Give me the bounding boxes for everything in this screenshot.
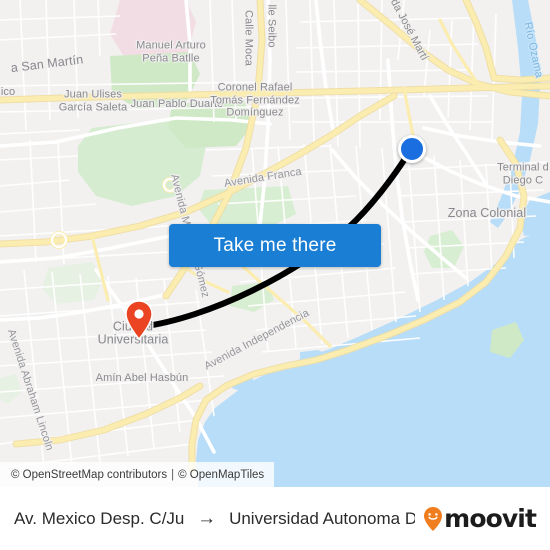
arrow-right-icon: → bbox=[197, 508, 217, 529]
take-me-there-button[interactable]: Take me there bbox=[169, 224, 381, 267]
map-canvas[interactable]: a San Martín Manuel Arturo Peña Batlle ico… bbox=[0, 0, 550, 487]
trip-footer: Av. Mexico Desp. C/Ju… → Universidad Aut… bbox=[0, 487, 550, 550]
map-attribution: © OpenStreetMap contributors | © OpenMap… bbox=[0, 462, 275, 487]
trip-summary: Av. Mexico Desp. C/Ju… → Universidad Aut… bbox=[14, 509, 415, 529]
attribution-osm[interactable]: © OpenStreetMap contributors bbox=[11, 469, 167, 481]
attribution-separator: | bbox=[171, 468, 175, 481]
moovit-logo[interactable]: moovit bbox=[423, 504, 537, 533]
moovit-trip-map-screen: a San Martín Manuel Arturo Peña Batlle ico… bbox=[0, 0, 550, 550]
destination-marker[interactable] bbox=[124, 300, 154, 341]
moovit-pin-icon bbox=[424, 506, 443, 531]
origin-marker[interactable] bbox=[398, 135, 426, 163]
trip-origin-label: Av. Mexico Desp. C/Ju… bbox=[14, 508, 185, 528]
trip-destination-label: Universidad Autonoma D… bbox=[229, 508, 416, 528]
attribution-maptiles[interactable]: © OpenMapTiles bbox=[178, 469, 264, 481]
map-pin-icon bbox=[125, 300, 153, 341]
moovit-wordmark: moovit bbox=[444, 504, 537, 533]
